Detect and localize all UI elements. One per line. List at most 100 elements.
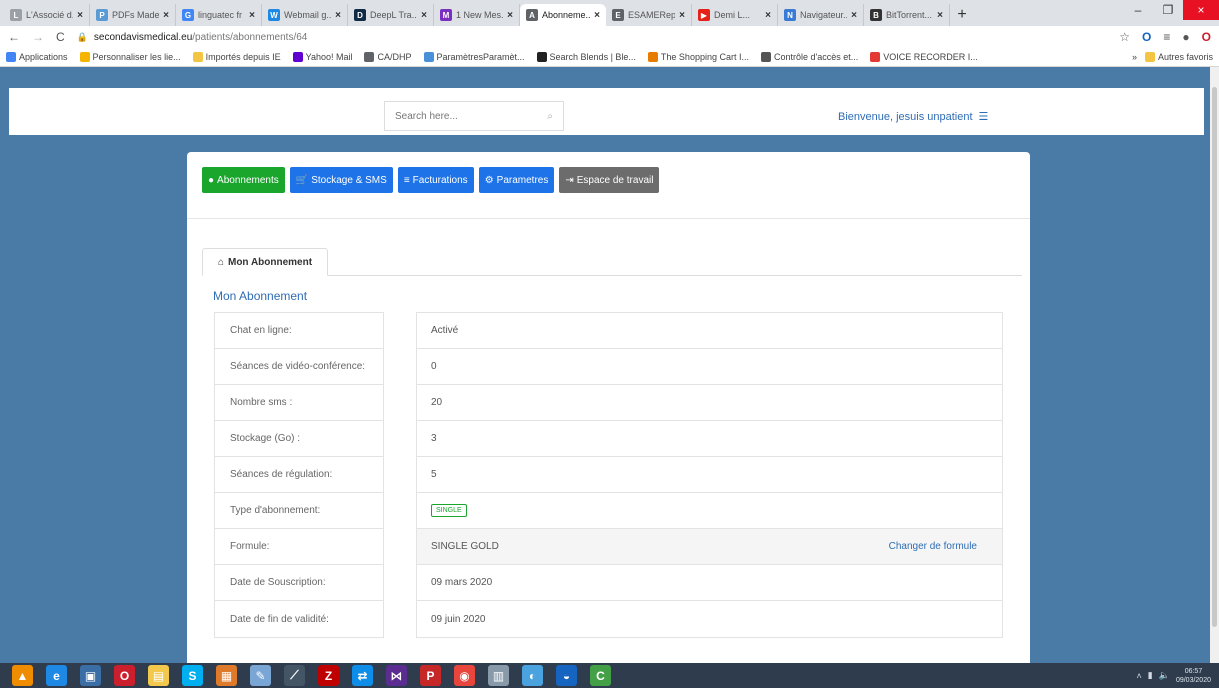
tab-mon-abonnement[interactable]: ⌂ Mon Abonnement [202, 248, 328, 276]
espace-de-travail-button[interactable]: ⇥ Espace de travail [559, 167, 660, 193]
stockage-sms-button[interactable]: 🛒 Stockage & SMS [289, 167, 393, 193]
tab-favicon-icon: A [526, 9, 538, 21]
tab-favicon-icon: N [784, 9, 796, 21]
detail-label: Séances de vidéo-conférence: [230, 361, 366, 372]
back-icon[interactable]: ← [8, 30, 20, 44]
button-label: Abonnements [217, 174, 279, 186]
tab-close-icon[interactable]: × [765, 10, 771, 21]
network-icon[interactable]: ▮ [1148, 670, 1153, 681]
internet-explorer-icon[interactable]: e [46, 665, 67, 686]
new-tab-button[interactable]: + [950, 4, 974, 26]
bookmark-item[interactable]: Personnaliser les lie... [79, 52, 181, 62]
extension-icon[interactable]: ≡ [1163, 30, 1170, 44]
bookmark-label: Yahoo! Mail [305, 52, 353, 62]
browser-tab[interactable]: B BitTorrent... × [864, 4, 950, 26]
vlc-icon[interactable]: ▲ [12, 665, 33, 686]
browser-tab[interactable]: E ESAMERep...× [606, 4, 692, 26]
tab-close-icon[interactable]: × [249, 10, 255, 21]
detail-value: 0 [431, 361, 437, 372]
bookmark-item[interactable]: Importés depuis IE [192, 52, 281, 62]
bookmarks-bar: Applications Personnaliser les lie... Impo… [0, 48, 1219, 67]
app-blue-icon[interactable]: ◒ [556, 665, 577, 686]
tab-favicon-icon: W [268, 9, 280, 21]
browser-tab[interactable]: ▶ Demi L... × [692, 4, 778, 26]
facturations-button[interactable]: ≡ Facturations [397, 167, 474, 193]
bookmark-label: Search Blends | Ble... [549, 52, 636, 62]
other-bookmarks[interactable]: Autres favoris [1144, 52, 1213, 62]
opera-extension-icon[interactable]: O [1142, 30, 1151, 44]
browser-tab[interactable]: M 1 New Mes... × [434, 4, 520, 26]
minimize-icon[interactable]: – [1123, 0, 1153, 20]
tool-icon[interactable]: ⟋ [284, 665, 305, 686]
url-field[interactable]: 🔒 secondavismedical.eu/patients/abonneme… [77, 32, 1108, 43]
folder-icon[interactable]: ▤ [148, 665, 169, 686]
skype-icon[interactable]: S [182, 665, 203, 686]
tray-arrow-icon[interactable]: ˄ [1137, 671, 1142, 681]
browser-icon[interactable]: ◐ [522, 665, 543, 686]
change-formula-link[interactable]: Changer de formule [889, 541, 977, 552]
parametres-button[interactable]: ⚙ Parametres [478, 167, 555, 193]
teamviewer-icon[interactable]: ⇄ [352, 665, 373, 686]
browser-tab[interactable]: A Abonneme... × [520, 4, 606, 26]
reload-icon[interactable]: C [56, 30, 65, 44]
detail-label-row: Formule: [215, 529, 383, 565]
bookmark-item[interactable]: Yahoo! Mail [292, 52, 353, 62]
visual-studio-icon[interactable]: ⋈ [386, 665, 407, 686]
bookmark-item[interactable]: The Shopping Cart I... [647, 52, 749, 62]
browser-tab[interactable]: W Webmail g... × [262, 4, 348, 26]
tab-close-icon[interactable]: × [507, 10, 513, 21]
filezilla-icon[interactable]: Z [318, 665, 339, 686]
forward-icon[interactable]: → [32, 30, 44, 44]
opera-icon[interactable]: O [114, 665, 135, 686]
volume-icon[interactable]: 🔈 [1159, 670, 1170, 681]
bookmark-item[interactable]: CA/DHP [364, 52, 412, 62]
bookmark-label: The Shopping Cart I... [660, 52, 749, 62]
browser-tab[interactable]: D DeepL Tra... × [348, 4, 434, 26]
tab-close-icon[interactable]: × [421, 10, 427, 21]
page-scrollbar[interactable] [1210, 67, 1219, 663]
menu-icon[interactable]: ☰ [979, 110, 989, 123]
profile-icon[interactable]: ● [1182, 30, 1189, 44]
maximize-icon[interactable]: ❐ [1153, 0, 1183, 20]
search-input[interactable]: Search here... ⌕ [384, 101, 564, 131]
browser-tab[interactable]: P PDFs Made...× [90, 4, 176, 26]
pdf-icon[interactable]: P [420, 665, 441, 686]
abonnements-button[interactable]: ● Abonnements [202, 167, 285, 193]
bookmark-item[interactable]: ParamètresParamèt... [423, 52, 525, 62]
divider [187, 218, 1030, 219]
tab-close-icon[interactable]: × [679, 10, 685, 21]
detail-value: 5 [431, 469, 437, 480]
star-icon[interactable]: ☆ [1119, 30, 1130, 44]
tab-favicon-icon: L [10, 9, 22, 21]
bookmark-item[interactable]: Search Blends | Ble... [536, 52, 636, 62]
paint-icon[interactable]: ✎ [250, 665, 271, 686]
browser-tab[interactable]: N Navigateur... × [778, 4, 864, 26]
browser-tab[interactable]: L L'Associé d... × [4, 4, 90, 26]
button-label: Facturations [412, 174, 468, 186]
opera-icon[interactable]: O [1202, 30, 1211, 44]
detail-value-row: 09 juin 2020 [417, 601, 1002, 637]
tab-close-icon[interactable]: × [594, 10, 600, 21]
tab-close-icon[interactable]: × [163, 10, 169, 21]
app-icon[interactable]: ▣ [80, 665, 101, 686]
bookmark-item[interactable]: Applications [6, 52, 68, 62]
browser-tab[interactable]: Glinguatec fr × [176, 4, 262, 26]
chrome-icon[interactable]: ◉ [454, 665, 475, 686]
camtasia-icon[interactable]: C [590, 665, 611, 686]
detail-label-row: Stockage (Go) : [215, 421, 383, 457]
tab-close-icon[interactable]: × [77, 10, 83, 21]
bookmark-icon [423, 52, 434, 62]
files-icon[interactable]: ▦ [216, 665, 237, 686]
calculator-icon[interactable]: ▥ [488, 665, 509, 686]
bookmark-item[interactable]: Contrôle d'accès et... [760, 52, 858, 62]
more-bookmarks-icon[interactable]: » [1132, 52, 1137, 62]
tab-title: linguatec fr [198, 10, 243, 20]
tab-close-icon[interactable]: × [335, 10, 341, 21]
clock[interactable]: 06:57 09/03/2020 [1176, 667, 1211, 685]
bookmark-item[interactable]: VOICE RECORDER I... [870, 52, 978, 62]
detail-label: Séances de régulation: [230, 469, 333, 480]
search-icon[interactable]: ⌕ [547, 111, 553, 122]
tab-close-icon[interactable]: × [937, 10, 943, 21]
tab-close-icon[interactable]: × [851, 10, 857, 21]
window-close-icon[interactable]: × [1183, 0, 1219, 20]
